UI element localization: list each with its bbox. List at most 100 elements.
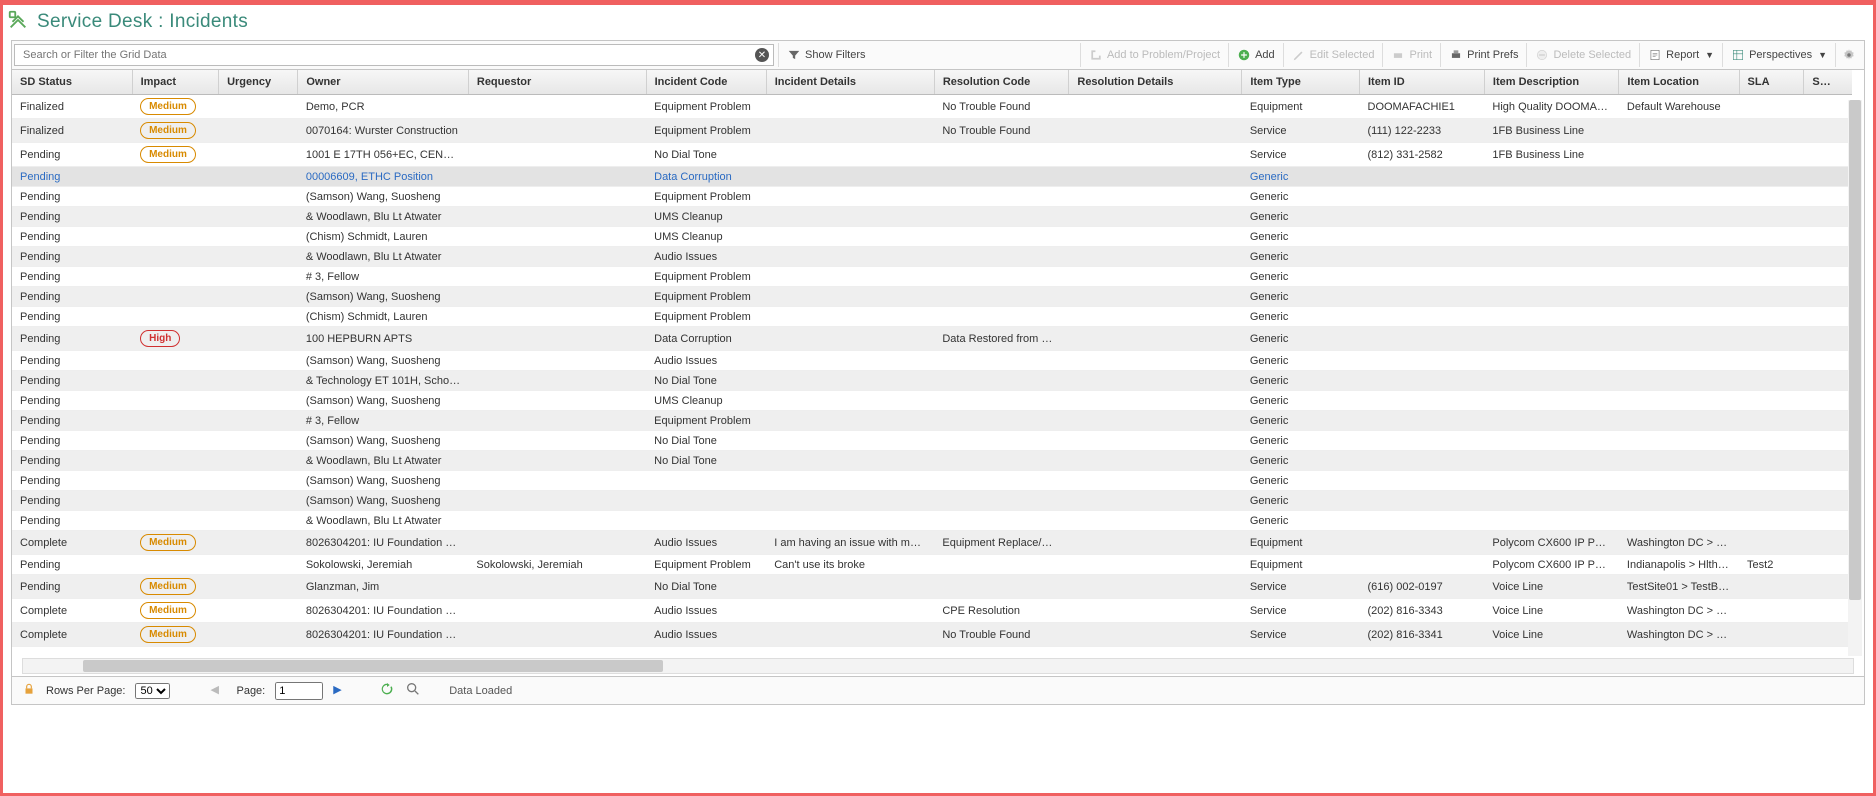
table-row[interactable]: Pending(Chism) Schmidt, LaurenUMS Cleanu… bbox=[12, 227, 1852, 247]
cell-sla bbox=[1739, 119, 1804, 143]
table-row[interactable]: Pending00006609, ETHC PositionData Corru… bbox=[12, 167, 1852, 187]
print-prefs-button[interactable]: Print Prefs bbox=[1440, 43, 1526, 67]
col-header[interactable]: Resolution Details bbox=[1069, 70, 1242, 95]
horizontal-scrollbar[interactable] bbox=[22, 658, 1854, 674]
cell-ic: No Dial Tone bbox=[646, 451, 766, 471]
table-row[interactable]: PendingSokolowski, JeremiahSokolowski, J… bbox=[12, 555, 1852, 575]
cell-it: Generic bbox=[1242, 247, 1360, 267]
table-row[interactable]: PendingMediumGlanzman, JimNo Dial ToneSe… bbox=[12, 575, 1852, 599]
col-header[interactable]: Impact bbox=[132, 70, 218, 95]
cell-urg bbox=[219, 267, 298, 287]
col-header[interactable]: Urgency bbox=[219, 70, 298, 95]
table-row[interactable]: FinalizedMedium0070164: Wurster Construc… bbox=[12, 119, 1852, 143]
cell-sla bbox=[1739, 307, 1804, 327]
cell-it: Generic bbox=[1242, 227, 1360, 247]
cell-iid bbox=[1360, 267, 1485, 287]
table-row[interactable]: CompleteMedium8026304201: IU Foundation … bbox=[12, 531, 1852, 555]
zoom-icon[interactable] bbox=[405, 681, 421, 700]
show-filters-button[interactable]: Show Filters bbox=[778, 43, 874, 67]
table-row[interactable]: Pending& Woodlawn, Blu Lt AtwaterAudio I… bbox=[12, 247, 1852, 267]
clear-search-icon[interactable]: ✕ bbox=[755, 48, 769, 62]
cell-impact bbox=[132, 451, 218, 471]
col-header[interactable]: Item Description bbox=[1484, 70, 1619, 95]
table-row[interactable]: Pending# 3, FellowEquipment ProblemGener… bbox=[12, 267, 1852, 287]
perspectives-button[interactable]: Perspectives▼ bbox=[1722, 43, 1835, 67]
vertical-scrollbar[interactable] bbox=[1848, 100, 1862, 656]
col-header[interactable]: Requestor bbox=[468, 70, 646, 95]
table-row[interactable]: Pending& Woodlawn, Blu Lt AtwaterGeneric bbox=[12, 511, 1852, 531]
cell-impact: Medium bbox=[132, 95, 218, 119]
cell-iid bbox=[1360, 391, 1485, 411]
table-row[interactable]: Pending& Woodlawn, Blu Lt AtwaterNo Dial… bbox=[12, 451, 1852, 471]
cell-iloc: Indianapolis > Hlth … bbox=[1619, 555, 1739, 575]
col-header[interactable]: SLA bbox=[1739, 70, 1804, 95]
table-row[interactable]: Pending(Samson) Wang, SuoshengAudio Issu… bbox=[12, 351, 1852, 371]
col-header[interactable]: S… bbox=[1804, 70, 1852, 95]
refresh-icon[interactable] bbox=[379, 681, 395, 700]
col-header[interactable]: Incident Details bbox=[766, 70, 934, 95]
cell-rc bbox=[934, 307, 1069, 327]
table-row[interactable]: Pending(Samson) Wang, SuoshengGeneric bbox=[12, 491, 1852, 511]
cell-sla bbox=[1739, 599, 1804, 623]
cell-sd: Pending bbox=[12, 471, 132, 491]
col-header[interactable]: Item ID bbox=[1360, 70, 1485, 95]
cell-iloc bbox=[1619, 307, 1739, 327]
cell-sla bbox=[1739, 411, 1804, 431]
cell-rest bbox=[1804, 451, 1852, 471]
col-header[interactable]: Owner bbox=[298, 70, 469, 95]
table-row[interactable]: Pending(Samson) Wang, SuoshengNo Dial To… bbox=[12, 431, 1852, 451]
cell-sd: Pending bbox=[12, 431, 132, 451]
table-row[interactable]: Pending(Samson) Wang, SuoshengUMS Cleanu… bbox=[12, 391, 1852, 411]
search-input-wrap[interactable]: ✕ bbox=[14, 44, 774, 66]
cell-req bbox=[468, 511, 646, 531]
table-row[interactable]: Pending# 3, FellowEquipment ProblemGener… bbox=[12, 411, 1852, 431]
cell-it: Generic bbox=[1242, 491, 1360, 511]
impact-pill: Medium bbox=[140, 626, 196, 643]
table-row[interactable]: Pending& Technology ET 101H, Scho…No Dia… bbox=[12, 371, 1852, 391]
cell-impact: Medium bbox=[132, 599, 218, 623]
table-row[interactable]: FinalizedMediumDemo, PCREquipment Proble… bbox=[12, 95, 1852, 119]
cell-iloc bbox=[1619, 167, 1739, 187]
rows-per-page-select[interactable]: 50 bbox=[135, 683, 170, 699]
edit-selected-button: Edit Selected bbox=[1283, 43, 1383, 67]
search-input[interactable] bbox=[21, 48, 755, 62]
table-row[interactable]: Pending& Woodlawn, Blu Lt AtwaterUMS Cle… bbox=[12, 207, 1852, 227]
settings-button[interactable] bbox=[1835, 43, 1862, 67]
cell-rd bbox=[1069, 411, 1242, 431]
delete-selected-button: Delete Selected bbox=[1526, 43, 1639, 67]
table-row[interactable]: CompleteMedium8026304201: IU Foundation … bbox=[12, 599, 1852, 623]
col-header[interactable]: SD Status bbox=[12, 70, 132, 95]
table-row[interactable]: PendingMedium1001 E 17TH 056+EC, CENT…No… bbox=[12, 143, 1852, 167]
col-header[interactable]: Item Location bbox=[1619, 70, 1739, 95]
page-label: Page: bbox=[236, 685, 265, 697]
table-row[interactable]: PendingHigh100 HEPBURN APTSData Corrupti… bbox=[12, 327, 1852, 351]
cell-it: Generic bbox=[1242, 187, 1360, 207]
report-button[interactable]: Report▼ bbox=[1639, 43, 1722, 67]
cell-sd: Pending bbox=[12, 207, 132, 227]
cell-req bbox=[468, 599, 646, 623]
cell-ic bbox=[646, 491, 766, 511]
col-header[interactable]: Resolution Code bbox=[934, 70, 1069, 95]
cell-rd bbox=[1069, 187, 1242, 207]
table-row[interactable]: Pending(Samson) Wang, SuoshengGeneric bbox=[12, 471, 1852, 491]
cell-req bbox=[468, 267, 646, 287]
cell-impact: High bbox=[132, 327, 218, 351]
add-to-problem-label: Add to Problem/Project bbox=[1107, 49, 1220, 61]
cell-impact bbox=[132, 207, 218, 227]
cell-ides: High Quality DOOMA… bbox=[1484, 95, 1619, 119]
table-row[interactable]: Pending(Chism) Schmidt, LaurenEquipment … bbox=[12, 307, 1852, 327]
col-header[interactable]: Incident Code bbox=[646, 70, 766, 95]
cell-req bbox=[468, 491, 646, 511]
cell-urg bbox=[219, 431, 298, 451]
table-row[interactable]: CompleteMedium8026304201: IU Foundation … bbox=[12, 623, 1852, 647]
cell-req bbox=[468, 411, 646, 431]
table-row[interactable]: Pending(Samson) Wang, SuoshengEquipment … bbox=[12, 187, 1852, 207]
col-header[interactable]: Item Type bbox=[1242, 70, 1360, 95]
table-row[interactable]: Pending(Samson) Wang, SuoshengEquipment … bbox=[12, 287, 1852, 307]
cell-ides bbox=[1484, 327, 1619, 351]
cell-iloc: TestSite01 > TestB… bbox=[1619, 575, 1739, 599]
page-next-icon[interactable]: ▶ bbox=[333, 683, 349, 699]
page-number-input[interactable] bbox=[275, 682, 323, 700]
add-button[interactable]: Add bbox=[1228, 43, 1283, 67]
cell-rest bbox=[1804, 471, 1852, 491]
